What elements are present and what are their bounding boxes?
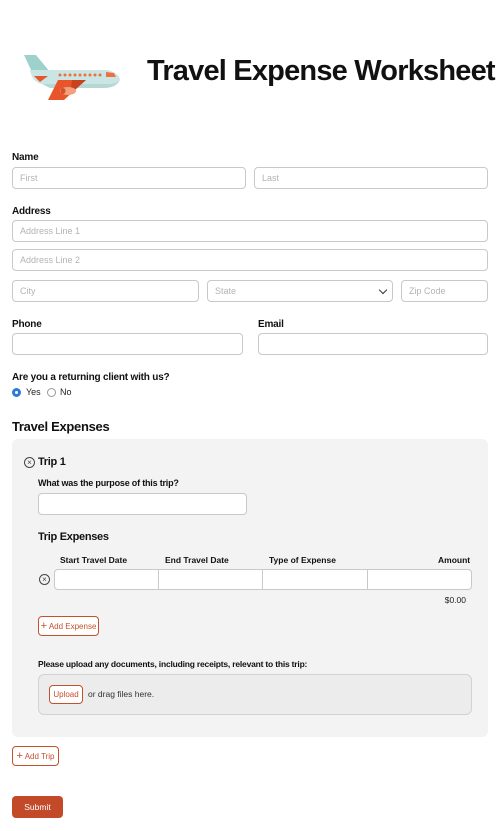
first-name-input[interactable]: First <box>12 167 246 189</box>
address-line1-input[interactable]: Address Line 1 <box>12 220 488 242</box>
email-label: Email <box>258 319 284 330</box>
trip-title: Trip 1 <box>38 456 66 468</box>
email-input[interactable] <box>258 333 488 355</box>
column-start-travel-date: Start Travel Date <box>60 555 128 565</box>
drag-files-text: or drag files here. <box>88 689 155 699</box>
upload-documents-label: Please upload any documents, including r… <box>38 659 308 669</box>
chevron-down-icon <box>378 285 388 295</box>
remove-trip-icon[interactable]: × <box>24 457 35 468</box>
add-expense-button[interactable]: + Add Expense <box>38 616 99 636</box>
add-trip-label: Add Trip <box>24 752 55 761</box>
column-end-travel-date: End Travel Date <box>165 555 229 565</box>
column-type-of-expense: Type of Expense <box>269 555 336 565</box>
trip-purpose-input[interactable] <box>38 493 247 515</box>
phone-input[interactable] <box>12 333 243 355</box>
address-line2-input[interactable]: Address Line 2 <box>12 249 488 271</box>
upload-button[interactable]: Upload <box>49 685 83 704</box>
plus-icon: + <box>16 750 23 762</box>
trip-expenses-title: Trip Expenses <box>38 531 109 543</box>
page-title: Travel Expense Worksheet <box>147 55 496 87</box>
start-travel-date-input[interactable] <box>54 569 159 590</box>
phone-label: Phone <box>12 319 42 330</box>
state-select[interactable]: State <box>207 280 393 302</box>
zip-code-input[interactable]: Zip Code <box>401 280 488 302</box>
expenses-total: $0.00 <box>444 595 466 605</box>
radio-no[interactable] <box>47 388 56 397</box>
returning-client-question: Are you a returning client with us? <box>12 372 170 383</box>
state-placeholder: State <box>215 286 237 296</box>
trip-purpose-label: What was the purpose of this trip? <box>38 478 179 488</box>
plus-icon: + <box>40 620 48 632</box>
end-travel-date-input[interactable] <box>158 569 263 590</box>
add-expense-label: Add Expense <box>48 622 97 631</box>
add-trip-button[interactable]: + Add Trip <box>12 746 59 766</box>
column-amount: Amount <box>438 555 471 565</box>
name-label: Name <box>12 152 39 163</box>
amount-input[interactable] <box>367 569 472 590</box>
last-name-input[interactable]: Last <box>254 167 488 189</box>
city-input[interactable]: City <box>12 280 199 302</box>
submit-button[interactable]: Submit <box>12 796 63 818</box>
travel-expenses-title: Travel Expenses <box>12 419 110 434</box>
address-label: Address <box>12 206 51 217</box>
radio-yes[interactable] <box>12 388 21 397</box>
type-of-expense-input[interactable] <box>262 569 368 590</box>
remove-expense-icon[interactable]: × <box>39 574 50 585</box>
radio-no-label: No <box>60 387 72 397</box>
airplane-logo <box>20 50 122 102</box>
radio-yes-label: Yes <box>26 387 41 397</box>
